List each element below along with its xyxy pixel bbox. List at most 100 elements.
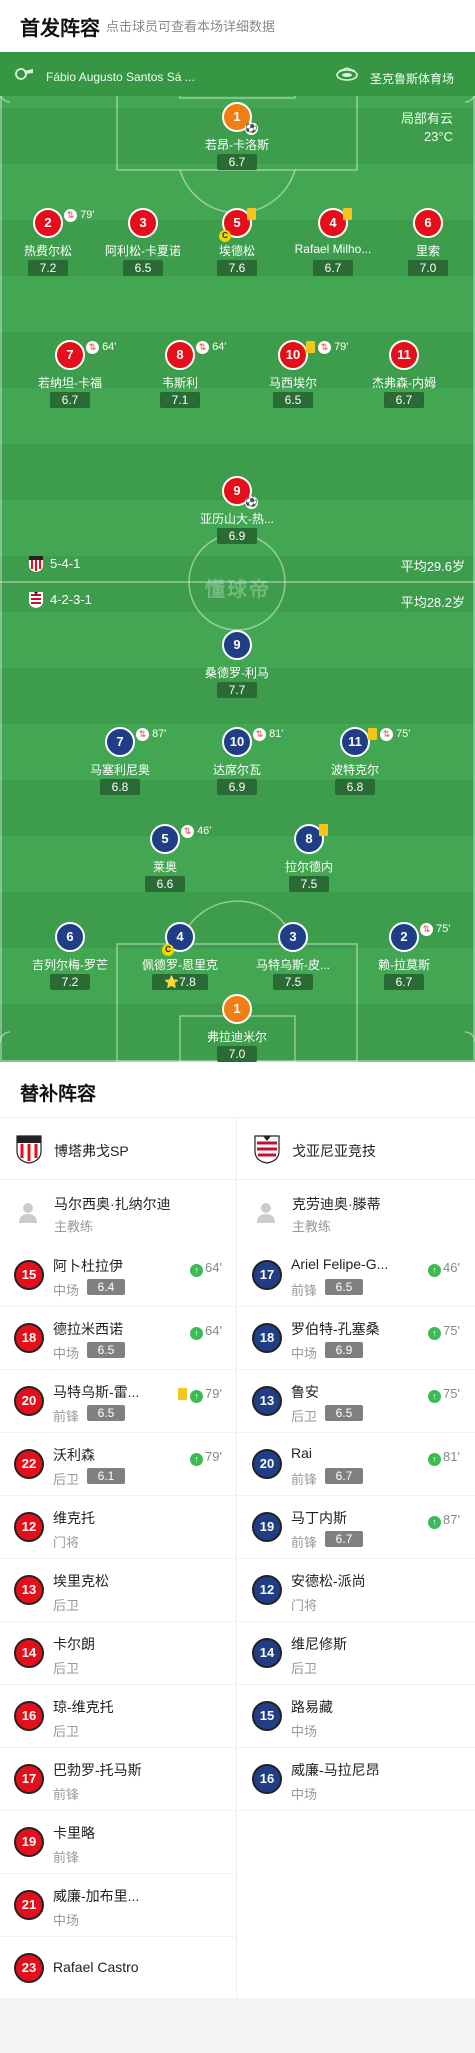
sub-player-number: 18: [14, 1323, 44, 1353]
player-away-6[interactable]: 6 吉列尔梅-罗芒 7.2: [10, 922, 130, 992]
player-away-3[interactable]: 3 马特乌斯-皮... 7.5: [233, 922, 353, 992]
player-rating: 6.7: [384, 974, 424, 990]
sub-player-name: 巴勃罗-托马斯: [53, 1762, 142, 1778]
page-title: 首发阵容: [20, 18, 100, 40]
sub-player-number: 17: [252, 1260, 282, 1290]
sub-player-row[interactable]: 19 马丁内斯 前锋 6.7 ↑ 87': [238, 1496, 475, 1559]
player-home-11[interactable]: 11 杰弗森-内姆 6.7: [344, 340, 464, 410]
substitution-icon: ⇅: [86, 340, 99, 354]
player-away-5[interactable]: 5 ⇅ 46' 莱奥 6.6: [105, 824, 225, 894]
player-rating: 7.2: [28, 260, 68, 276]
sub-player-position: 后卫: [53, 1661, 80, 1676]
player-away-4[interactable]: 4 C 佩德罗-恩里克 ⭐7.8: [120, 922, 240, 992]
player-rating: ⭐7.8: [152, 974, 208, 990]
away-coach[interactable]: 克劳迪奥·滕蒂 主教练: [238, 1180, 475, 1244]
star-icon: ⭐: [164, 975, 180, 989]
home-team-badge-icon: [29, 556, 43, 572]
sub-in-marker: ↑ 81': [428, 1449, 460, 1466]
subs-columns: 博塔弗戈SP 马尔西奥·扎纳尔迪 主教练 15 阿卜杜拉伊 中场 6.4 ↑ 64' 18 德…: [0, 1118, 475, 2000]
sub-player-row[interactable]: 12 维克托 门将: [0, 1496, 237, 1559]
sub-player-row[interactable]: 15 阿卜杜拉伊 中场 6.4 ↑ 64': [0, 1244, 237, 1307]
sub-player-row[interactable]: 17 巴勃罗-托马斯 前锋: [0, 1748, 237, 1811]
sub-player-row[interactable]: 20 Rai 前锋 6.7 ↑ 81': [238, 1433, 475, 1496]
sub-player-number: 20: [252, 1449, 282, 1479]
player-home-8[interactable]: 8 ⇅ 64' 韦斯利 7.1: [120, 340, 240, 410]
player-away-1[interactable]: 1 弗拉迪米尔 7.0: [177, 994, 297, 1062]
sub-player-row[interactable]: 14 维尼修斯 后卫: [238, 1622, 475, 1685]
home-team-name: 博塔弗戈SP: [54, 1143, 129, 1159]
away-avg-age: 平均28.2岁: [400, 595, 465, 610]
home-team-row[interactable]: 5-4-1 平均29.6岁: [0, 554, 475, 574]
sub-player-row[interactable]: 16 威廉-马拉尼昂 中场: [238, 1748, 475, 1811]
sub-player-position: 中场: [291, 1724, 318, 1739]
home-team-header[interactable]: 博塔弗戈SP: [0, 1118, 237, 1180]
player-number: 5: [150, 824, 180, 854]
away-team-header[interactable]: 戈亚尼亚竞技: [238, 1118, 475, 1180]
sub-player-row[interactable]: 19 卡里略 前锋: [0, 1811, 237, 1874]
stadium-icon: [336, 67, 358, 81]
sub-player-number: 19: [14, 1827, 44, 1857]
page-header: 首发阵容 点击球员可查看本场详细数据: [0, 0, 475, 52]
player-number: 10: [222, 727, 252, 757]
home-coach[interactable]: 马尔西奥·扎纳尔迪 主教练: [0, 1180, 237, 1244]
sub-player-row[interactable]: 17 Ariel Felipe-G... 前锋 6.5 ↑ 46': [238, 1244, 475, 1307]
sub-out-marker: ⇅ 81': [253, 727, 283, 741]
player-away-2[interactable]: 2 ⇅ 75' 赖-拉莫斯 6.7: [344, 922, 464, 992]
player-away-10[interactable]: 10 ⇅ 81' 达席尔瓦 6.9: [177, 727, 297, 797]
sub-player-rating: 6.5: [87, 1342, 125, 1358]
player-away-11[interactable]: 11 ⇅ 75' 波特克尔 6.8: [295, 727, 415, 797]
pitch: Fábio Augusto Santos Sá ... 圣克鲁斯体育场 局部有云…: [0, 52, 475, 1062]
referee-name: Fábio Augusto Santos Sá ...: [46, 70, 195, 84]
home-formation: 5-4-1: [50, 556, 81, 571]
sub-player-number: 12: [252, 1575, 282, 1605]
sub-player-name: Rai: [291, 1445, 313, 1461]
sub-player-name: 卡里略: [53, 1825, 95, 1841]
player-rating: 6.6: [145, 876, 185, 892]
sub-player-name: 马特乌斯-雷...: [53, 1384, 140, 1400]
player-home-7[interactable]: 7 ⇅ 64' 若纳坦-卡福 6.7: [10, 340, 130, 410]
sub-player-number: 22: [14, 1449, 44, 1479]
substitution-icon: ⇅: [196, 340, 209, 354]
player-rating: 7.1: [160, 392, 200, 408]
sub-player-row[interactable]: 15 路易藏 中场: [238, 1685, 475, 1748]
substitution-in-icon: ↑: [428, 1327, 441, 1340]
player-home-1[interactable]: 1 ⚽ 若昂-卡洛斯 6.7: [177, 102, 297, 172]
sub-player-row[interactable]: 23 Rafael Castro: [0, 1937, 237, 2000]
yellow-card-icon: [306, 341, 315, 353]
sub-player-row[interactable]: 13 埃里克松 后卫: [0, 1559, 237, 1622]
player-rating: 6.8: [100, 779, 140, 795]
player-home-6[interactable]: 6 里索 7.0: [368, 208, 475, 278]
sub-player-number: 16: [14, 1701, 44, 1731]
away-team-row[interactable]: 4-2-3-1 平均28.2岁: [0, 590, 475, 610]
sub-player-row[interactable]: 18 罗伯特-孔塞桑 中场 6.9 ↑ 75': [238, 1307, 475, 1370]
subs-title: 替补阵容: [20, 1084, 97, 1105]
sub-player-row[interactable]: 16 琼-维克托 后卫: [0, 1685, 237, 1748]
sub-player-row[interactable]: 22 沃利森 后卫 6.1 ↑ 79': [0, 1433, 237, 1496]
player-away-8[interactable]: 8 拉尔德内 7.5: [249, 824, 369, 894]
player-name: 马西埃尔: [268, 376, 317, 390]
player-rating: 6.7: [217, 154, 257, 170]
substitution-icon: ⇅: [64, 208, 77, 222]
sub-out-marker: ⇅ 75': [420, 922, 450, 936]
sub-player-row[interactable]: 13 鲁安 后卫 6.5 ↑ 75': [238, 1370, 475, 1433]
sub-in-marker: ↑ 64': [190, 1323, 222, 1340]
sub-in-marker: ↑ 75': [428, 1323, 460, 1340]
subs-section-header: 替补阵容: [0, 1062, 475, 1118]
player-name: 吉列尔梅-罗芒: [32, 958, 108, 972]
weather-text: 局部有云: [400, 111, 453, 126]
sub-in-marker: ↑ 64': [190, 1260, 222, 1277]
sub-player-row[interactable]: 20 马特乌斯-雷... 前锋 6.5 ↑ 79': [0, 1370, 237, 1433]
sub-player-row[interactable]: 21 威廉-加布里... 中场: [0, 1874, 237, 1937]
player-home-9[interactable]: 9 ⚽ 亚历山大-热... 6.9: [177, 476, 297, 546]
sub-player-row[interactable]: 18 德拉米西诺 中场 6.5 ↑ 64': [0, 1307, 237, 1370]
away-subs-column: 戈亚尼亚竞技 克劳迪奥·滕蒂 主教练 17 Ariel Felipe-G... 前锋…: [238, 1118, 475, 1998]
player-name: 莱奥: [152, 860, 177, 874]
player-away-9[interactable]: 9 桑德罗-利马 7.7: [177, 630, 297, 700]
sub-player-row[interactable]: 14 卡尔朗 后卫: [0, 1622, 237, 1685]
player-away-7[interactable]: 7 ⇅ 87' 马塞利尼奥 6.8: [60, 727, 180, 797]
player-home-10[interactable]: 10 ⇅ 79' 马西埃尔 6.5: [233, 340, 353, 410]
sub-player-name: 维尼修斯: [291, 1636, 347, 1652]
sub-player-row[interactable]: 12 安德松-派尚 门将: [238, 1559, 475, 1622]
away-team-logo-icon: [254, 1135, 280, 1164]
player-name: 佩德罗-恩里克: [142, 958, 218, 972]
